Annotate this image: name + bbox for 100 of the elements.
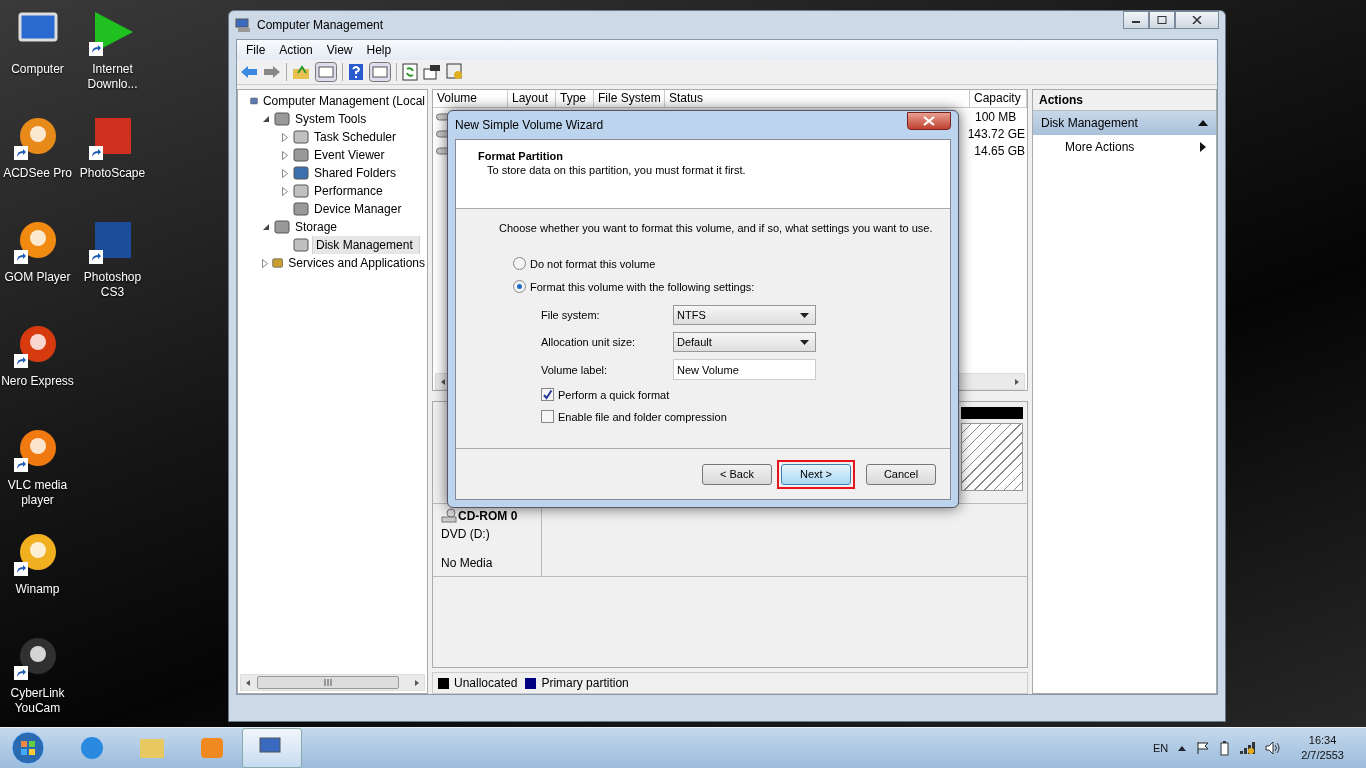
desktop-icon-label[interactable]: VLC media player — [0, 478, 75, 508]
menu-item[interactable]: Help — [359, 43, 399, 57]
field-label: Allocation unit size: — [541, 336, 637, 348]
collapsed-arrow-icon[interactable] — [281, 186, 289, 196]
legend-label: Unallocated — [454, 676, 518, 690]
refresh-icon[interactable] — [402, 63, 418, 81]
checkbox[interactable] — [541, 388, 554, 401]
tree-item[interactable]: Services and Applications — [286, 256, 427, 270]
horizontal-scrollbar[interactable] — [240, 674, 425, 691]
tree-item[interactable]: Shared Folders — [312, 166, 399, 180]
collapsed-arrow-icon[interactable] — [281, 168, 289, 178]
field-label: File system: — [541, 309, 601, 321]
submenu-arrow-icon — [1200, 142, 1206, 152]
column-header[interactable]: Status — [665, 90, 970, 107]
dropdown[interactable]: NTFS — [673, 305, 816, 325]
back-arrow-icon[interactable] — [240, 64, 258, 80]
tree-item[interactable]: Storage — [293, 220, 340, 234]
checkbox-label[interactable]: Enable file and folder compression — [558, 410, 727, 423]
desktop-icon-label[interactable]: Internet Downlo... — [75, 62, 150, 92]
desktop-icon-label[interactable]: PhotoScape — [75, 166, 150, 181]
tree-node-icon — [272, 255, 284, 271]
desktop-icon-label[interactable]: Nero Express — [0, 374, 75, 389]
dropdown[interactable]: Default — [673, 332, 816, 352]
collapsed-arrow-icon[interactable] — [281, 150, 289, 160]
dropdown-arrow-icon — [800, 312, 809, 318]
desktop-icon-label[interactable]: CyberLink YouCam — [0, 686, 75, 716]
dropdown-arrow-icon — [800, 339, 809, 345]
grip-icon — [322, 679, 333, 686]
desktop-icon-label[interactable]: ACDSee Pro — [0, 166, 75, 181]
desktop-icon-label[interactable]: Photoshop CS3 — [75, 270, 150, 300]
tree-item[interactable]: Performance — [312, 184, 385, 198]
action-item[interactable]: More Actions — [1033, 135, 1216, 159]
folder-up-icon[interactable] — [292, 64, 310, 80]
column-header[interactable]: Capacity — [970, 90, 1027, 107]
tree-item[interactable]: Event Viewer — [312, 148, 387, 162]
expanded-arrow-icon[interactable] — [262, 115, 270, 123]
column-header[interactable]: Type — [556, 90, 594, 107]
computer-management-icon — [235, 17, 251, 33]
input-field[interactable]: New Volume — [673, 359, 816, 380]
checkbox-label[interactable]: Perform a quick format — [558, 388, 670, 401]
actions-section[interactable]: Disk Management — [1033, 111, 1216, 135]
start-button[interactable] — [10, 730, 46, 766]
battery-icon[interactable] — [1220, 740, 1230, 756]
language-indicator[interactable]: EN — [1152, 742, 1169, 754]
scroll-left-icon[interactable] — [244, 678, 252, 687]
clock-time[interactable]: 16:34 — [1308, 733, 1337, 748]
legend-label: Primary partition — [541, 676, 629, 690]
properties-icon[interactable] — [423, 64, 441, 80]
pane-toggle-icon[interactable] — [315, 62, 337, 82]
instruction-text: Choose whether you want to format this volume, and if so, what settings you want to use. — [499, 222, 934, 234]
clock-date[interactable]: 2/7/2553 — [1301, 748, 1344, 763]
close-button[interactable] — [907, 112, 951, 130]
help-icon[interactable] — [348, 63, 364, 81]
wizard-button[interactable]: Cancel — [866, 463, 936, 485]
tree-item[interactable]: System Tools — [293, 112, 369, 126]
tree-item[interactable]: Computer Management (Local — [260, 94, 427, 108]
taskbar-button[interactable] — [242, 728, 302, 768]
checkmark-icon — [542, 389, 553, 400]
desktop-icon-label[interactable]: GOM Player — [0, 270, 75, 285]
tree-node-icon — [293, 129, 309, 145]
wizard-button[interactable]: < Back — [702, 463, 772, 485]
menu-item[interactable]: View — [319, 43, 360, 57]
capacity-cell-text: 100 MB — [975, 109, 1018, 124]
wizard-button[interactable]: Next > — [781, 463, 851, 485]
column-header[interactable]: Layout — [508, 90, 556, 107]
column-header[interactable]: File System — [594, 90, 665, 107]
tree-item[interactable]: Task Scheduler — [312, 130, 399, 144]
collapsed-arrow-icon[interactable] — [281, 132, 289, 142]
show-hidden-icons-icon[interactable] — [1178, 745, 1187, 751]
capacity-cell-text: 143.72 GE — [967, 126, 1026, 141]
desktop-icon-label[interactable]: Computer — [0, 62, 75, 77]
signal-icon[interactable] — [1239, 741, 1256, 755]
tree-item[interactable]: Device Manager — [312, 202, 404, 216]
tree-node-icon — [274, 219, 290, 235]
radio-button[interactable] — [513, 280, 526, 293]
optical-drive-icon — [441, 508, 457, 524]
expanded-arrow-icon[interactable] — [262, 223, 270, 231]
radio-label[interactable]: Do not format this volume — [530, 257, 656, 270]
minimize-button[interactable] — [1123, 11, 1149, 29]
scroll-right-icon[interactable] — [413, 678, 421, 687]
dialog-title: New Simple Volume Wizard — [455, 118, 604, 132]
disk-status: No Media — [441, 556, 494, 570]
collapsed-arrow-icon[interactable] — [261, 258, 269, 268]
column-header[interactable]: Volume — [433, 90, 508, 107]
forward-arrow-icon[interactable] — [263, 64, 281, 80]
radio-label[interactable]: Format this volume with the following settings: — [530, 280, 755, 293]
maximize-button[interactable] — [1149, 11, 1175, 29]
checkbox[interactable] — [541, 410, 554, 423]
flag-icon[interactable] — [1196, 741, 1211, 755]
pane-toggle-icon[interactable] — [369, 62, 391, 82]
radio-button[interactable] — [513, 257, 526, 270]
unallocated-partition[interactable] — [961, 423, 1023, 491]
settings-icon[interactable] — [446, 63, 464, 81]
volume-icon[interactable] — [1265, 741, 1282, 755]
menu-item[interactable]: File — [239, 43, 273, 57]
scroll-right-icon[interactable] — [1013, 377, 1021, 386]
tree-item[interactable]: Disk Management — [312, 236, 420, 254]
desktop-icon-label[interactable]: Winamp — [0, 582, 75, 597]
wizard-heading: Format Partition — [478, 150, 564, 162]
menu-item[interactable]: Action — [272, 43, 320, 57]
